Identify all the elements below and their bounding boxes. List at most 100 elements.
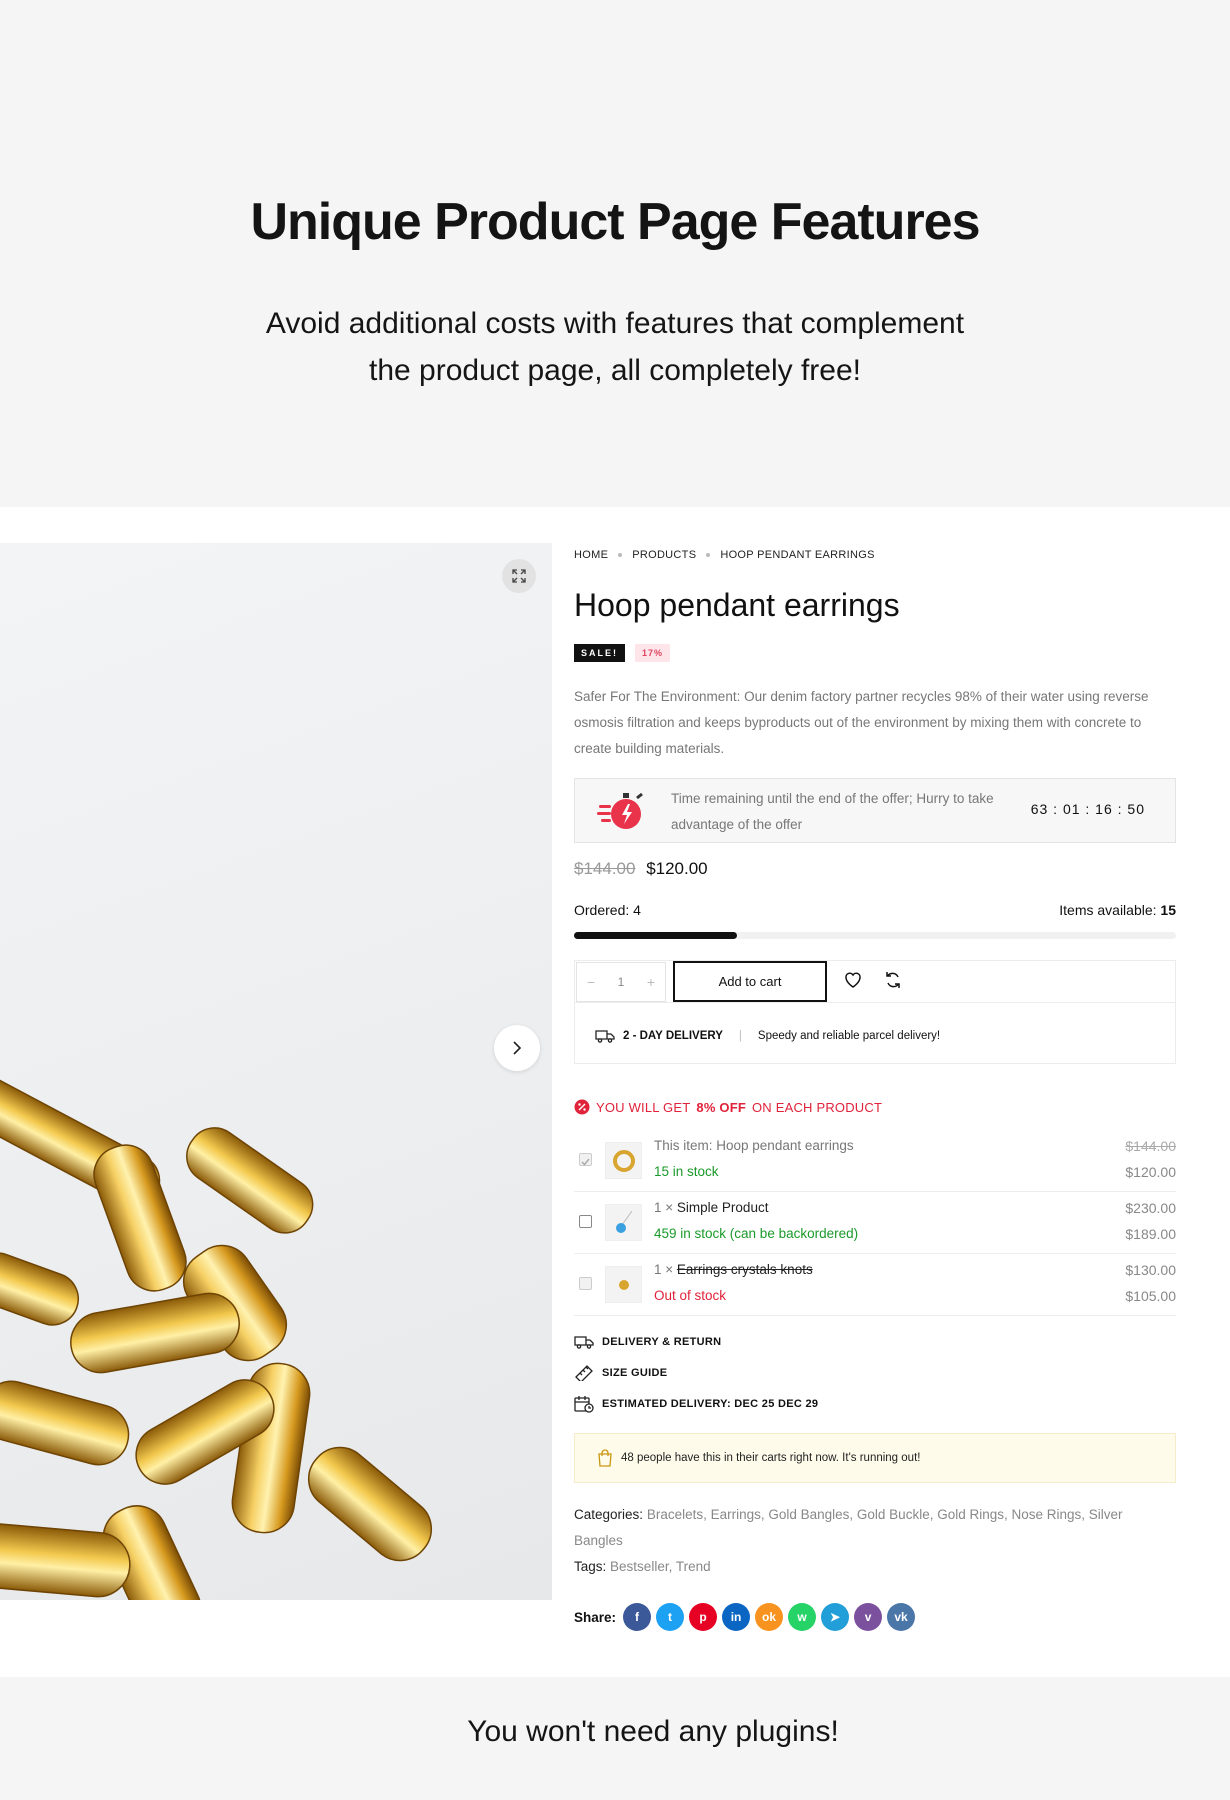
bundle-item-checkbox <box>579 1277 592 1290</box>
vk-icon[interactable]: vk <box>887 1603 916 1631</box>
breadcrumb-products[interactable]: PRODUCTS <box>632 549 696 561</box>
ordered-count: Ordered: 4 <box>574 902 641 918</box>
ruler-icon <box>575 1365 593 1381</box>
product-badges: SALE! 17% <box>574 644 671 662</box>
truck-icon <box>595 1030 615 1043</box>
cart-notice: 48 people have this in their carts right… <box>574 1433 1176 1483</box>
zoom-button[interactable] <box>502 559 536 593</box>
twitter-icon[interactable]: t <box>656 1603 685 1631</box>
bundle-heading-suffix: ON EACH PRODUCT <box>752 1099 883 1115</box>
whatsapp-icon[interactable]: w <box>788 1603 817 1631</box>
estimated-delivery: ESTIMATED DELIVERY: DEC 25 DEC 29 <box>574 1395 818 1413</box>
size-guide-link[interactable]: SIZE GUIDE <box>574 1365 667 1381</box>
wishlist-button[interactable] <box>843 970 863 995</box>
viber-icon[interactable]: v <box>854 1603 883 1631</box>
bundle-item-stock: 459 in stock (can be backordered) <box>654 1226 859 1241</box>
compare-icon <box>886 972 900 988</box>
bundle-item-name: This item: Hoop pendant earrings <box>654 1138 854 1153</box>
stock-progress-fill <box>574 932 737 939</box>
heart-icon <box>845 972 861 988</box>
compare-button[interactable] <box>883 970 903 995</box>
add-to-cart-box: − 1 + Add to cart 2 - DAY DELIVERY | Spe… <box>574 960 1176 1064</box>
check-icon <box>581 1158 590 1166</box>
calendar-clock-icon <box>574 1396 594 1413</box>
breadcrumb-home[interactable]: HOME <box>574 549 608 561</box>
bundle-item-stock: Out of stock <box>654 1288 727 1303</box>
knot-earring-thumbnail <box>618 1279 629 1290</box>
expand-icon <box>512 569 526 583</box>
quantity-value[interactable]: 1 <box>618 975 625 989</box>
price-old: $144.00 <box>574 859 636 878</box>
offer-countdown: Time remaining until the end of the offe… <box>574 778 1176 843</box>
share-icons: f t p in ok w ➤ v vk <box>623 1603 916 1631</box>
tags: Tags: Bestseller, Trend <box>574 1559 711 1574</box>
delivery-separator: | <box>738 1030 742 1042</box>
linkedin-icon[interactable]: in <box>722 1603 751 1631</box>
earring-thumbnail <box>612 1149 635 1172</box>
categories: Categories: Bracelets, Earrings, Gold Ba… <box>574 1507 1123 1548</box>
bundle-item-name: 1 × Earrings crystals knots <box>654 1262 813 1277</box>
product-panel: HOME PRODUCTS HOOP PENDANT EARRINGS Hoop… <box>0 507 1230 1677</box>
bundle-item-price-new: $189.00 <box>1125 1226 1176 1242</box>
available-count: Items available: 15 <box>1059 902 1176 918</box>
categories-list[interactable]: Bracelets, Earrings, Gold Bangles, Gold … <box>574 1507 1123 1548</box>
bundle-item: 1 × Earrings crystals knots Out of stock… <box>574 1254 1176 1316</box>
bundle-item-stock: 15 in stock <box>654 1164 719 1179</box>
quantity-increase-button[interactable]: + <box>647 974 655 990</box>
quantity-decrease-button[interactable]: − <box>587 974 595 990</box>
product-price: $144.00 $120.00 <box>574 859 708 879</box>
delivery-return-link[interactable]: DELIVERY & RETURN <box>574 1335 721 1349</box>
shopping-bag-icon <box>598 1449 612 1467</box>
stock-info: Ordered: 4 Items available: 15 <box>574 902 1176 918</box>
product-image[interactable] <box>0 543 552 1600</box>
product-meta: Categories: Bracelets, Earrings, Gold Ba… <box>574 1502 1174 1580</box>
breadcrumb-current: HOOP PENDANT EARRINGS <box>720 549 875 561</box>
chevron-right-icon <box>513 1041 522 1055</box>
telegram-icon[interactable]: ➤ <box>821 1603 850 1631</box>
bundle-heading-prefix: YOU WILL GET <box>596 1099 691 1115</box>
hero-subtitle-line2: the product page, all completely free! <box>369 354 861 387</box>
delivery-label: 2 - DAY DELIVERY <box>623 1030 723 1042</box>
discount-icon <box>574 1099 590 1115</box>
quantity-stepper[interactable]: − 1 + <box>576 962 666 1002</box>
stock-progress-bar <box>574 932 1176 939</box>
bundle-item-thumbnail[interactable] <box>605 1142 642 1179</box>
divider <box>575 1002 1175 1003</box>
facebook-icon[interactable]: f <box>623 1603 652 1631</box>
share-bar: Share: f t p in ok w ➤ v vk <box>574 1603 916 1631</box>
cart-notice-text: 48 people have this in their carts right… <box>621 1452 921 1464</box>
pinterest-icon[interactable]: p <box>689 1603 718 1631</box>
bundle-item-price-old: $130.00 <box>1125 1262 1176 1278</box>
share-label: Share: <box>574 1609 617 1625</box>
product-description: Safer For The Environment: Our denim fac… <box>574 689 1149 756</box>
delivery-info: 2 - DAY DELIVERY | Speedy and reliable p… <box>595 1029 940 1043</box>
odnoklassniki-icon[interactable]: ok <box>755 1603 784 1631</box>
tags-list[interactable]: Bestseller, Trend <box>610 1559 711 1574</box>
gold-chain-illustration <box>0 1069 433 1600</box>
bundle-item: 1 × Simple Product 459 in stock (can be … <box>574 1192 1176 1254</box>
pendant-thumbnail <box>615 1210 632 1233</box>
breadcrumb-separator <box>706 553 711 557</box>
sale-badge: SALE! <box>574 644 625 662</box>
offer-timer: 63 : 01 : 16 : 50 <box>1030 801 1145 817</box>
add-to-cart-button[interactable]: Add to cart <box>673 961 827 1002</box>
hero-subtitle-line1: Avoid additional costs with features tha… <box>265 307 965 340</box>
bundle-item-price-old: $144.00 <box>1125 1138 1176 1154</box>
bundle-item-thumbnail[interactable] <box>605 1266 642 1303</box>
next-image-button[interactable] <box>494 1025 540 1071</box>
bundle-item-price-new: $105.00 <box>1125 1288 1176 1304</box>
bundle-discount-heading: YOU WILL GET 8% OFF ON EACH PRODUCT <box>574 1099 882 1115</box>
bundle-item: This item: Hoop pendant earrings 15 in s… <box>574 1130 1176 1192</box>
hero-subtitle: Avoid additional costs with features tha… <box>200 300 1030 394</box>
bundle-item-thumbnail[interactable] <box>605 1204 642 1241</box>
bundle-item-price-new: $120.00 <box>1125 1164 1176 1180</box>
breadcrumb: HOME PRODUCTS HOOP PENDANT EARRINGS <box>574 549 875 561</box>
bundle-item-checkbox[interactable] <box>579 1153 592 1166</box>
bundle-item-price-old: $230.00 <box>1125 1200 1176 1216</box>
discount-badge: 17% <box>635 644 671 662</box>
price-new: $120.00 <box>646 859 708 878</box>
bundle-item-name: 1 × Simple Product <box>654 1200 769 1215</box>
bundle-item-checkbox[interactable] <box>579 1215 592 1228</box>
delivery-text: Speedy and reliable parcel delivery! <box>757 1030 941 1042</box>
truck-icon <box>574 1336 594 1349</box>
